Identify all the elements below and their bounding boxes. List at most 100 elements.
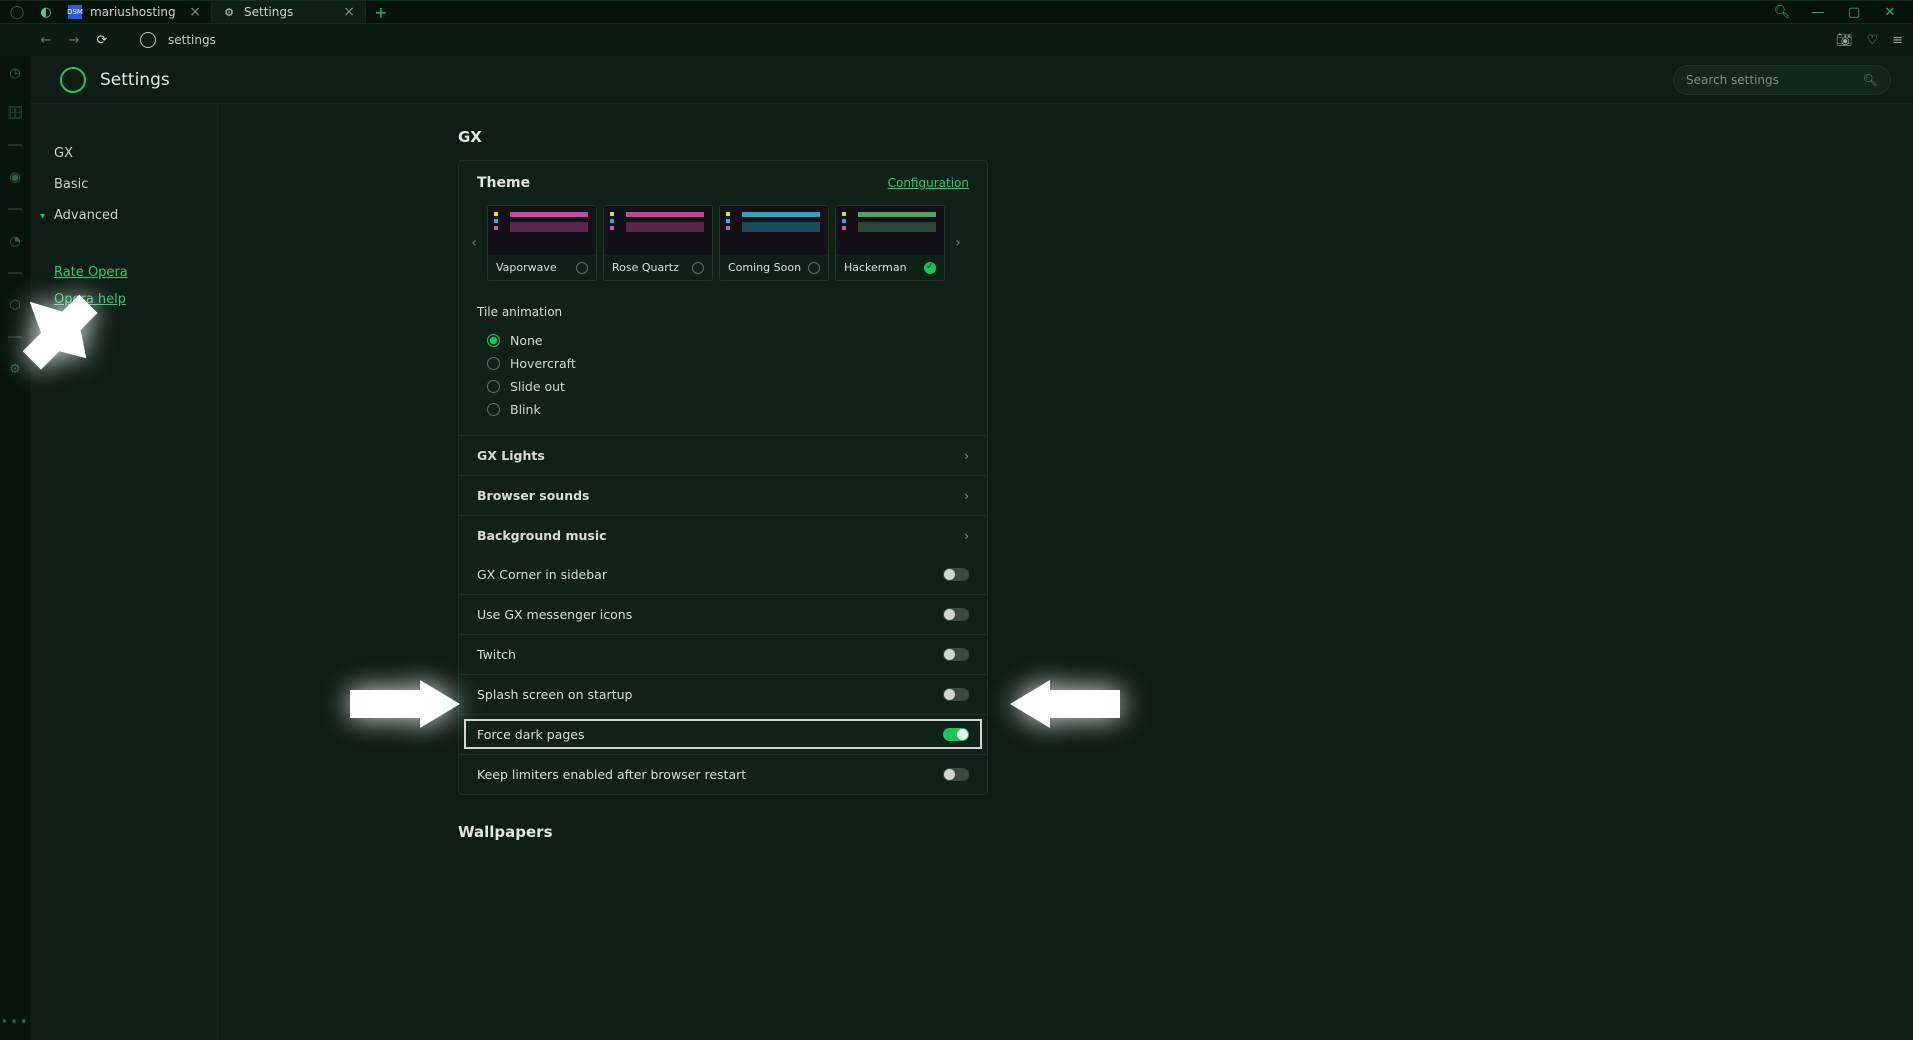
tab-title: mariushosting	[90, 5, 176, 19]
opera-menu-icon[interactable]: ◯	[0, 1, 34, 23]
link-rate-opera[interactable]: Rate Opera	[54, 259, 217, 286]
toggle-switch[interactable]	[943, 768, 969, 781]
theme-radio[interactable]	[692, 262, 704, 274]
row-gx-corner-in-sidebar: GX Corner in sidebar	[459, 555, 987, 594]
back-button[interactable]: ←	[38, 33, 54, 48]
search-settings-input[interactable]: Search settings 🔍︎	[1673, 65, 1891, 95]
more-icon[interactable]: •••	[0, 1015, 29, 1030]
row-browser-sounds[interactable]: Browser sounds ›	[459, 475, 987, 515]
annotation-arrow-left	[350, 680, 460, 728]
theme-prev-button[interactable]: ‹	[467, 235, 481, 251]
opera-logo-icon	[60, 67, 86, 93]
row-background-music[interactable]: Background music ›	[459, 515, 987, 555]
row-label: Use GX messenger icons	[477, 607, 632, 622]
theme-name: Hackerman	[844, 261, 907, 274]
search-icon: 🔍︎	[1863, 73, 1878, 87]
theme-rose-quartz[interactable]: Rose Quartz	[603, 205, 713, 281]
page-title: Settings	[100, 70, 170, 90]
tile-anim-blink[interactable]: Blink	[459, 398, 987, 421]
section-wallpapers-title: Wallpapers	[458, 823, 1913, 841]
page-header: Settings Search settings 🔍︎	[30, 56, 1913, 104]
row-label: Background music	[477, 528, 607, 543]
radio-label: Slide out	[510, 379, 565, 394]
nav-item-gx[interactable]: GX	[54, 138, 217, 169]
theme-next-button[interactable]: ›	[951, 235, 965, 251]
radio-label: Hovercraft	[510, 356, 576, 371]
limiter-icon[interactable]: 🗄︎	[6, 104, 24, 122]
row-use-gx-messenger-icons: Use GX messenger icons	[459, 594, 987, 634]
theme-radio[interactable]	[576, 262, 588, 274]
row-keep-limiters-enabled-after-browser-restart: Keep limiters enabled after browser rest…	[459, 754, 987, 794]
forward-button[interactable]: →	[66, 33, 82, 48]
toggle-switch[interactable]	[943, 688, 969, 701]
toggle-switch[interactable]	[943, 728, 969, 741]
row-twitch: Twitch	[459, 634, 987, 674]
close-window-icon[interactable]: ✕	[1881, 5, 1899, 20]
nav-item-basic[interactable]: Basic	[54, 169, 217, 200]
theme-radio[interactable]	[808, 262, 820, 274]
toggle-switch[interactable]	[943, 608, 969, 621]
row-label: Twitch	[477, 647, 516, 662]
minimize-icon[interactable]: —	[1809, 5, 1827, 20]
search-placeholder: Search settings	[1686, 73, 1779, 87]
play-icon[interactable]: ◉	[6, 168, 24, 186]
theme-radio[interactable]	[924, 262, 936, 274]
nav-item-advanced[interactable]: Advanced	[54, 200, 217, 231]
row-label: Force dark pages	[477, 727, 584, 742]
new-tab-button[interactable]: +	[366, 1, 396, 23]
chevron-right-icon: ›	[964, 489, 969, 503]
tile-anim-hovercraft[interactable]: Hovercraft	[459, 352, 987, 375]
gx-corner-icon[interactable]: ◷	[6, 64, 24, 82]
reload-button[interactable]: ⟳	[94, 33, 110, 48]
address-bar: ← → ⟳ settings 📷︎ ♡ ≡	[0, 24, 1913, 56]
tile-anim-slide-out[interactable]: Slide out	[459, 375, 987, 398]
url-text[interactable]: settings	[168, 33, 216, 47]
chevron-right-icon: ›	[964, 529, 969, 543]
link-configuration[interactable]: Configuration	[888, 176, 969, 190]
tab-mariushosting[interactable]: DSM mariushosting ×	[58, 1, 212, 23]
menu-icon[interactable]: ≡	[1892, 33, 1903, 48]
maximize-icon[interactable]: ▢	[1845, 5, 1863, 20]
chevron-right-icon: ›	[964, 449, 969, 463]
row-splash-screen-on-startup: Splash screen on startup	[459, 674, 987, 714]
annotation-arrow-right	[1010, 680, 1120, 728]
theme-hackerman[interactable]: Hackerman	[835, 205, 945, 281]
section-gx-title: GX	[458, 128, 1913, 146]
gear-icon: ⚙	[222, 5, 236, 19]
sidebar-rail: ◷ 🗄︎ ◉ ◔ ⬡ ⚙ •••	[0, 56, 30, 1040]
search-icon[interactable]: 🔍︎	[1773, 5, 1791, 20]
annotation-arrow-sidebar	[18, 290, 98, 370]
radio-icon	[487, 403, 500, 416]
theme-name: Rose Quartz	[612, 261, 679, 274]
radio-icon	[487, 380, 500, 393]
divider	[8, 272, 22, 274]
radio-label: None	[510, 333, 543, 348]
tile-anim-none[interactable]: None	[459, 329, 987, 352]
tab-bar: ◯ ◐ DSM mariushosting × ⚙ Settings × + 🔍…	[0, 0, 1913, 24]
tab-title: Settings	[244, 5, 293, 19]
heart-icon[interactable]: ♡	[1866, 33, 1878, 48]
radio-icon	[487, 334, 500, 347]
divider	[8, 208, 22, 210]
settings-nav: GX Basic Advanced Rate Opera Opera help	[30, 104, 218, 1040]
tab-settings[interactable]: ⚙ Settings ×	[212, 1, 366, 23]
site-identity-icon[interactable]	[140, 32, 156, 48]
favicon: DSM	[68, 5, 82, 19]
theme-coming-soon[interactable]: Coming Soon	[719, 205, 829, 281]
theme-label: Theme	[477, 175, 530, 191]
row-force-dark-pages: Force dark pages	[459, 714, 987, 754]
toggle-switch[interactable]	[943, 568, 969, 581]
theme-vaporwave[interactable]: Vaporwave	[487, 205, 597, 281]
row-label: Browser sounds	[477, 488, 589, 503]
history-icon[interactable]: ◔	[6, 232, 24, 250]
close-icon[interactable]: ×	[343, 4, 355, 20]
toggle-switch[interactable]	[943, 648, 969, 661]
window-controls: 🔍︎ — ▢ ✕	[1773, 1, 1913, 23]
screenshot-icon[interactable]: 📷︎	[1836, 33, 1853, 48]
close-icon[interactable]: ×	[189, 4, 201, 20]
divider	[8, 144, 22, 146]
discord-icon[interactable]: ◐	[34, 1, 58, 23]
row-label: GX Lights	[477, 448, 545, 463]
theme-name: Coming Soon	[728, 261, 801, 274]
row-gx-lights[interactable]: GX Lights ›	[459, 436, 987, 475]
